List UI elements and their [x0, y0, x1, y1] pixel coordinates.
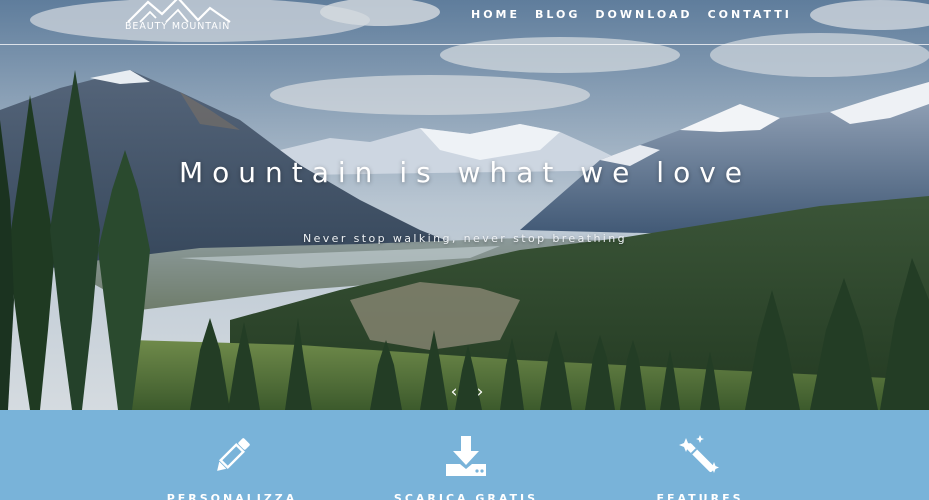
nav-item-home[interactable]: HOME — [471, 8, 520, 21]
feature-label: FEATURES — [656, 492, 744, 500]
feature-scarica-gratis[interactable]: SCARICA GRATIS — [366, 410, 566, 500]
top-navbar: BEAUTY MOUNTAIN HOME BLOG DOWNLOAD CONTA… — [0, 0, 929, 45]
main-nav: HOME BLOG DOWNLOAD CONTATTI — [471, 8, 807, 21]
feature-label: SCARICA GRATIS — [393, 492, 539, 500]
feature-features[interactable]: FEATURES — [600, 410, 800, 500]
mountain-landscape-image — [0, 0, 929, 410]
feature-personalizza[interactable]: PERSONALIZZA — [132, 410, 332, 500]
nav-item-contatti[interactable]: CONTATTI — [708, 8, 792, 21]
pencil-icon — [217, 438, 250, 471]
hero-subheadline: Never stop walking, never stop breathing — [302, 232, 628, 245]
feature-label: PERSONALIZZA — [166, 492, 298, 500]
chevron-left-icon[interactable]: ‹ — [447, 382, 461, 402]
hero-headline: Mountain is what we love — [178, 156, 752, 189]
nav-item-download[interactable]: DOWNLOAD — [595, 8, 692, 21]
brand-name: BEAUTY MOUNTAIN — [125, 21, 231, 32]
features-section: PERSONALIZZA SCARICA GRATIS FEATURES — [0, 410, 929, 500]
download-icon — [446, 436, 486, 476]
magic-wand-icon — [679, 435, 719, 473]
hero-banner: BEAUTY MOUNTAIN HOME BLOG DOWNLOAD CONTA… — [0, 0, 929, 410]
chevron-right-icon[interactable]: › — [473, 382, 487, 402]
nav-item-blog[interactable]: BLOG — [535, 8, 580, 21]
brand-logo[interactable]: BEAUTY MOUNTAIN — [122, 0, 238, 40]
